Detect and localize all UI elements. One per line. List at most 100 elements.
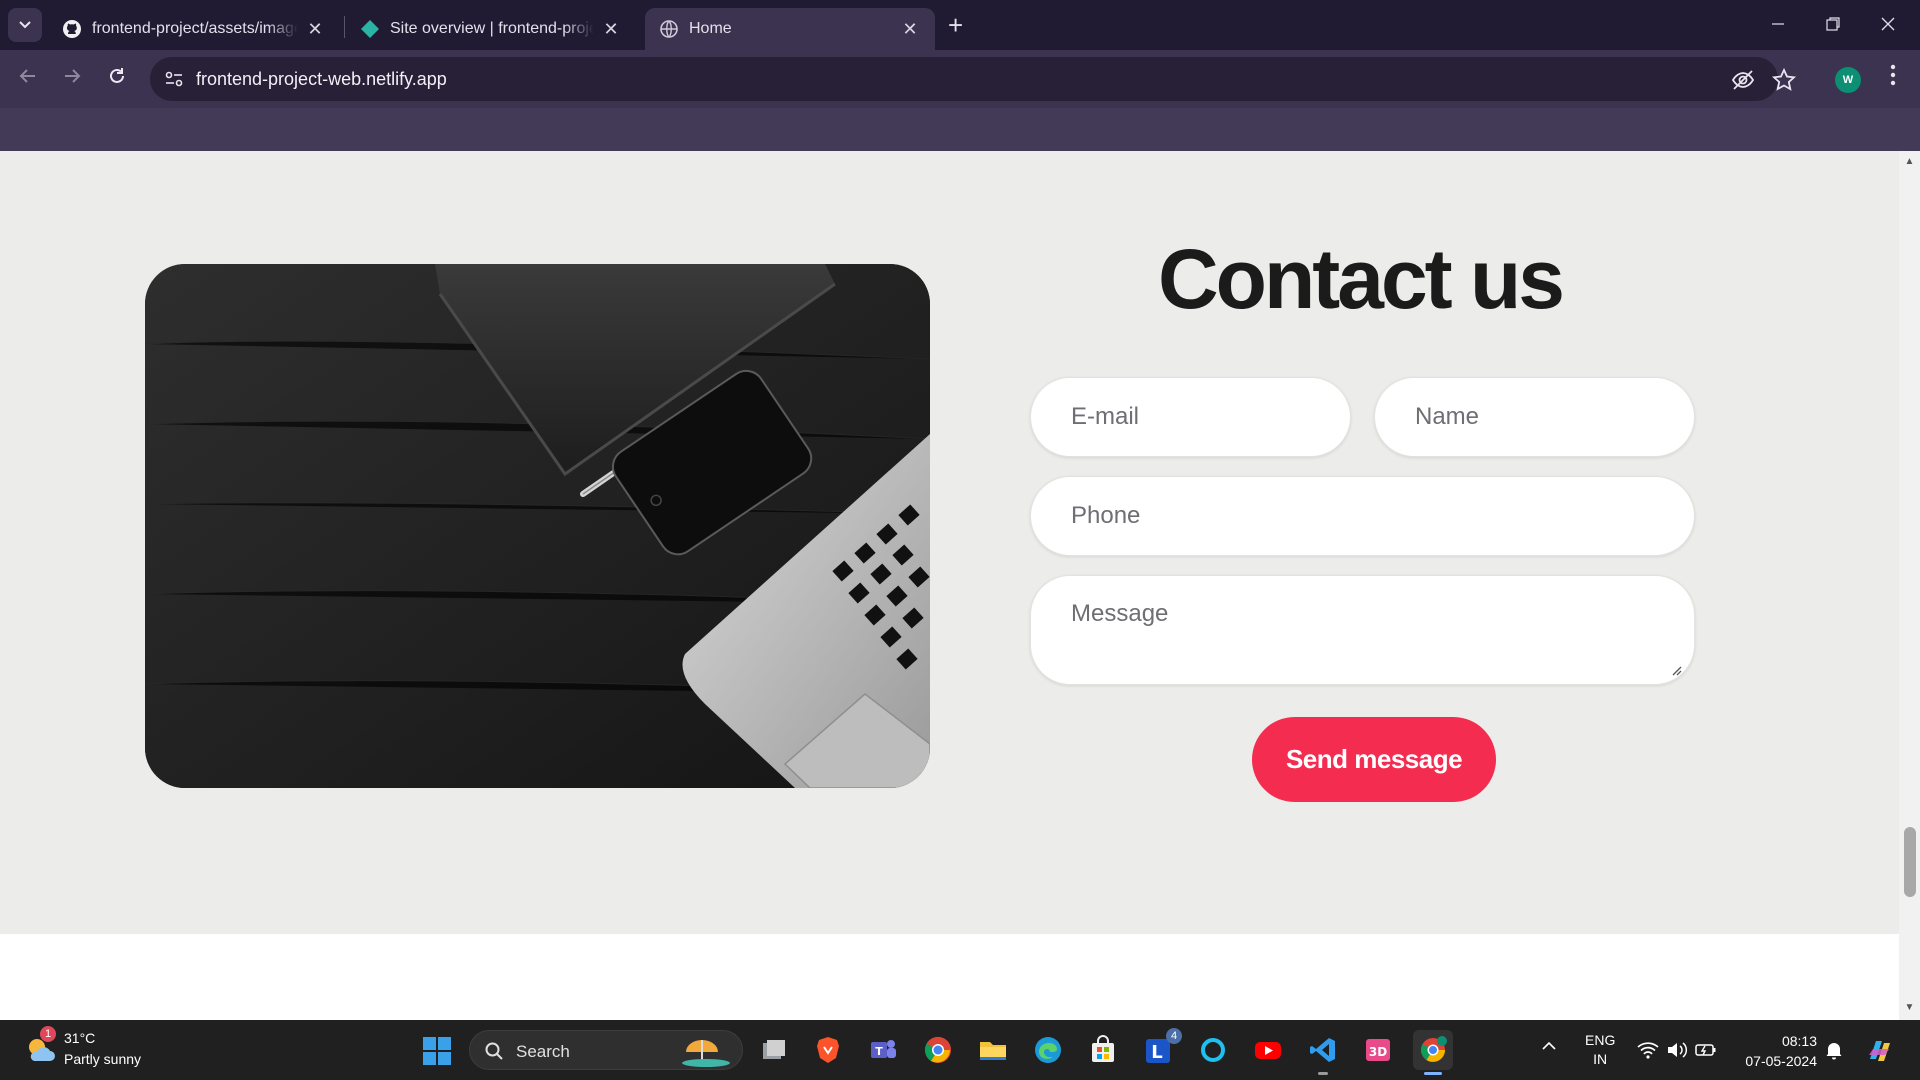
page-scrollbar[interactable]: ▲ ▼ (1899, 151, 1920, 1020)
taskbar-search-label: Search (516, 1042, 570, 1061)
reload-button[interactable] (103, 65, 131, 93)
netlify-icon (360, 19, 380, 39)
message-field (1030, 575, 1695, 685)
resize-grip-icon[interactable] (1670, 664, 1682, 676)
weather-alert-badge: 1 (40, 1026, 56, 1042)
minimize-button[interactable] (1754, 10, 1802, 40)
tab-search-menu-button[interactable] (8, 8, 42, 42)
task-view-app[interactable] (754, 1030, 794, 1070)
new-tab-button[interactable]: + (948, 11, 963, 39)
active-app-indicator (1424, 1072, 1442, 1075)
tab-netlify[interactable]: Site overview | frontend-project ✕ (346, 8, 636, 50)
system-clock[interactable]: 08:13 07-05-2024 (1735, 1031, 1817, 1071)
close-tab-icon[interactable]: ✕ (304, 19, 326, 40)
tab-title: frontend-project/assets/images (92, 20, 298, 37)
chevron-up-icon (1542, 1041, 1556, 1050)
footer-strip (0, 934, 1899, 1020)
minimize-icon (1772, 23, 1784, 25)
email-field (1030, 377, 1351, 457)
restore-button[interactable] (1809, 10, 1857, 40)
youtube-app[interactable] (1248, 1030, 1288, 1070)
region-code: IN (1593, 1051, 1608, 1067)
reload-icon (110, 68, 124, 83)
tab-separator (344, 16, 345, 38)
microsoft-store-app[interactable] (1083, 1030, 1123, 1070)
phone-input[interactable] (1031, 477, 1694, 555)
show-hidden-icons-button[interactable] (1542, 1038, 1556, 1056)
arrow-right-icon (65, 69, 81, 83)
site-header-strip (0, 108, 1920, 151)
name-input[interactable] (1375, 378, 1694, 456)
vscode-app[interactable] (1303, 1030, 1343, 1070)
chrome-profile-app[interactable] (1413, 1030, 1453, 1070)
tab-github[interactable]: frontend-project/assets/images ✕ (48, 8, 340, 50)
svg-text:T: T (875, 1045, 883, 1058)
brave-app[interactable] (808, 1030, 848, 1070)
cortana-app[interactable] (1193, 1030, 1233, 1070)
task-view-icon (763, 1040, 785, 1059)
scroll-up-arrow-icon[interactable]: ▲ (1904, 157, 1915, 167)
beach-umbrella-icon (682, 1040, 730, 1067)
input-language-indicator[interactable]: ENG IN (1585, 1031, 1615, 1069)
desk-photo (145, 264, 930, 788)
3d-icon: 3D (1366, 1039, 1390, 1061)
close-window-button[interactable] (1864, 10, 1912, 40)
url-text[interactable]: frontend-project-web.netlify.app (196, 69, 447, 90)
language-code: ENG (1585, 1032, 1616, 1048)
browser-toolbar: frontend-project-web.netlify.app W (0, 50, 1920, 108)
site-settings-icon[interactable] (162, 67, 186, 91)
eye-off-icon[interactable] (1730, 67, 1756, 93)
outlook-app[interactable]: L 4 (1138, 1028, 1182, 1070)
globe-icon (659, 19, 679, 39)
chevron-down-icon (19, 21, 31, 29)
copilot-icon[interactable] (1864, 1035, 1896, 1067)
desk-illustration (145, 264, 930, 788)
chrome-app[interactable] (918, 1030, 958, 1070)
forward-button[interactable] (58, 65, 86, 93)
windows-start-icon[interactable] (422, 1036, 452, 1066)
page-viewport: Contact us Send message (0, 151, 1899, 1020)
more-vertical-icon (1890, 64, 1896, 86)
edge-icon (1035, 1037, 1061, 1063)
close-icon (1881, 17, 1895, 31)
github-icon (62, 19, 82, 39)
weather-description[interactable]: Partly sunny (64, 1051, 141, 1067)
browser-menu-button[interactable] (1880, 64, 1906, 94)
svg-text:L: L (1151, 1042, 1162, 1063)
tab-title: Site overview | frontend-project (390, 20, 594, 37)
message-textarea[interactable] (1031, 576, 1694, 684)
scroll-down-arrow-icon[interactable]: ▼ (1904, 1003, 1915, 1013)
back-button[interactable] (14, 65, 42, 93)
battery-charging-icon[interactable] (1695, 1040, 1717, 1060)
bookmark-star-icon[interactable] (1771, 67, 1797, 93)
notification-bell-icon[interactable] (1824, 1040, 1844, 1060)
address-bar[interactable]: frontend-project-web.netlify.app (150, 57, 1797, 101)
taskbar-search-box[interactable]: Search (469, 1030, 743, 1070)
clock-date: 07-05-2024 (1745, 1053, 1817, 1069)
browser-tab-strip: frontend-project/assets/images ✕ Site ov… (0, 0, 1920, 50)
volume-icon[interactable] (1666, 1040, 1688, 1060)
close-tab-icon[interactable]: ✕ (600, 19, 622, 40)
search-icon (485, 1042, 503, 1060)
folder-icon (980, 1042, 1006, 1060)
close-tab-icon[interactable]: ✕ (899, 19, 921, 40)
email-input[interactable] (1031, 378, 1350, 456)
file-explorer-app[interactable] (973, 1030, 1013, 1070)
wifi-icon[interactable] (1637, 1040, 1659, 1060)
send-message-button[interactable]: Send message (1252, 717, 1496, 802)
scrollbar-thumb[interactable] (1904, 827, 1916, 897)
3d-app[interactable]: 3D (1358, 1030, 1398, 1070)
chrome-profile-icon (1421, 1036, 1447, 1062)
weather-temperature[interactable]: 31°C (64, 1030, 95, 1046)
tab-title: Home (689, 20, 732, 37)
tab-home[interactable]: Home ✕ (645, 8, 935, 50)
svg-text:3D: 3D (1369, 1045, 1387, 1059)
clock-time: 08:13 (1781, 1033, 1817, 1049)
windows-taskbar: 1 31°C Partly sunny Search T L 4 3D ENG … (0, 1020, 1920, 1080)
profile-avatar[interactable]: W (1835, 67, 1861, 93)
teams-app[interactable]: T (863, 1030, 903, 1070)
brave-lion-icon (817, 1037, 839, 1063)
edge-app[interactable] (1028, 1030, 1068, 1070)
teams-icon: T (871, 1040, 896, 1058)
youtube-icon (1255, 1042, 1281, 1059)
